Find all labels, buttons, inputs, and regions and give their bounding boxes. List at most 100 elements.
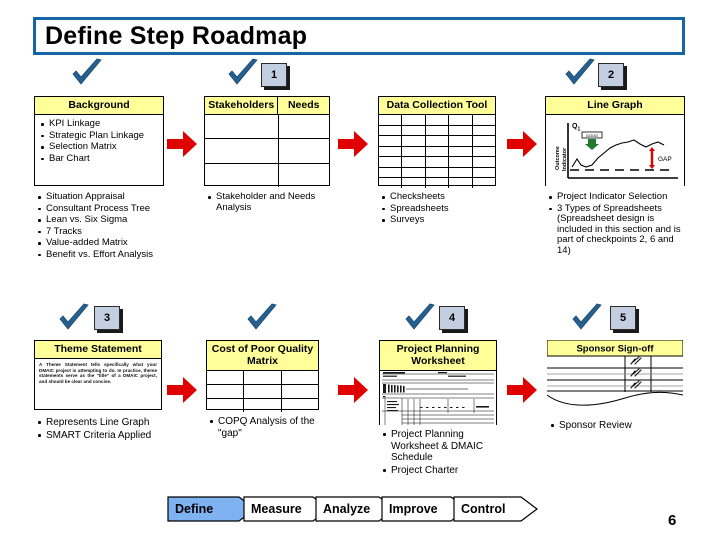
table-cell [244, 385, 282, 398]
table-cell [473, 168, 495, 178]
table-cell [426, 178, 450, 189]
dmaic-label-improve: Improve [389, 502, 438, 516]
table-row [379, 115, 495, 126]
project-planning-header: Project Planning Worksheet [380, 341, 496, 371]
list-item: SMART Criteria Applied [36, 430, 162, 442]
table-cell [449, 125, 473, 136]
list-item: Strategic Plan Linkage [39, 130, 160, 142]
flow-arrow-icon-1 [166, 129, 198, 159]
step-number-2: 2 [598, 63, 624, 87]
step-number-4: 4 [439, 306, 465, 330]
list-item: Lean vs. Six Sigma [36, 214, 164, 226]
table-cell [426, 157, 450, 167]
list-item: 3 Types of Spreadsheets (Spreadsheet des… [547, 203, 685, 257]
line-graph-header: Line Graph [546, 97, 684, 115]
table-cell [473, 126, 495, 136]
copq-header: Cost of Poor Quality Matrix [207, 341, 318, 371]
svg-text:GOOD: GOOD [586, 133, 598, 138]
theme-statement-card: Theme Statement A Theme Statement tells … [34, 340, 162, 410]
svg-text:Outcome: Outcome [555, 146, 561, 170]
table-cell [426, 136, 450, 146]
list-item: Benefit vs. Effort Analysis [36, 249, 164, 261]
list-item: Situation Appraisal [36, 191, 164, 203]
page-number: 6 [668, 512, 677, 529]
svg-text:1: 1 [578, 127, 581, 133]
table-row [207, 399, 318, 412]
table-row [379, 157, 495, 168]
list-item: 7 Tracks [36, 226, 164, 238]
table-cell [449, 136, 473, 146]
step-number-3: 3 [94, 306, 120, 330]
data-collection-header: Data Collection Tool [379, 97, 495, 115]
table-cell [473, 147, 495, 157]
table-cell [379, 146, 403, 157]
table-cell [426, 167, 450, 178]
table-row [379, 178, 495, 189]
sponsor-signoff-bullets: Sponsor Review [547, 420, 685, 432]
list-item: Checksheets [380, 191, 496, 203]
table-cell [282, 399, 318, 412]
checkmark-icon-3 [57, 303, 91, 333]
flow-arrow-icon-2 [337, 129, 369, 159]
flow-arrow-icon-4 [166, 375, 198, 405]
svg-text:GAP: GAP [658, 156, 672, 163]
page-title: Define Step Roadmap [45, 22, 308, 50]
checkmark-icon-2 [563, 58, 597, 88]
background-card-bullets: KPI Linkage Strategic Plan Linkage Selec… [39, 118, 160, 164]
table-row [379, 167, 495, 179]
list-item: Stakeholder and Needs Analysis [206, 191, 330, 213]
table-cell [279, 139, 329, 162]
checkmark-icon-4 [403, 303, 437, 333]
line-graph-card: Line Graph Q 1 GOOD Outcome Indicator GA… [545, 96, 685, 187]
data-collection-grid [379, 115, 495, 189]
table-cell [402, 157, 426, 167]
list-item: Consultant Process Tree [36, 203, 164, 215]
table-cell [244, 371, 282, 384]
table-cell [207, 399, 245, 412]
table-cell [402, 115, 426, 125]
list-item: COPQ Analysis of the "gap" [208, 416, 319, 439]
table-cell [205, 163, 279, 187]
dmaic-label-analyze: Analyze [323, 502, 371, 516]
table-cell [282, 385, 318, 398]
table-cell [473, 115, 495, 125]
flow-arrow-icon-3 [506, 129, 538, 159]
sponsor-signoff-visual: Sponsor Sign-off [546, 339, 685, 412]
step-card-sponsor-signoff: Sponsor Sign-off Sponsor Review [546, 339, 685, 433]
copq-grid [207, 371, 318, 412]
step-card-data-collection: Data Collection Tool Checksheets Spreads… [378, 96, 496, 227]
flow-arrow-icon-6 [506, 375, 538, 405]
step-number-1: 1 [261, 63, 287, 87]
table-cell [379, 125, 403, 136]
table-cell [426, 146, 450, 157]
list-item: Project Planning Worksheet & DMAIC Sched… [381, 429, 497, 464]
copq-bullets: COPQ Analysis of the "gap" [206, 416, 319, 439]
step-number-5: 5 [610, 306, 636, 330]
table-cell [279, 164, 329, 187]
list-item: Sponsor Review [549, 420, 685, 432]
table-row [207, 385, 318, 399]
table-cell [379, 136, 403, 146]
dmaic-label-define: Define [175, 502, 214, 516]
table-cell [473, 136, 495, 146]
table-cell [379, 115, 403, 125]
table-row [205, 115, 329, 140]
list-item: Selection Matrix [39, 141, 160, 153]
theme-statement-body: A Theme Statement tells specifically wha… [39, 362, 157, 384]
slide-canvas: Define Step Roadmap Background KPI Linka… [0, 0, 720, 540]
table-row [205, 139, 329, 164]
step-card-stakeholders: Stakeholders Needs Stakeholder and Needs… [204, 96, 330, 214]
svg-text:Indicator: Indicator [562, 147, 568, 171]
list-item: KPI Linkage [39, 118, 160, 130]
background-card: Background KPI Linkage Strategic Plan Li… [34, 96, 164, 186]
table-cell [205, 115, 279, 139]
checkmark-icon-5 [570, 303, 604, 333]
checkmark-icon-background [70, 58, 104, 88]
dmaic-phase-control[interactable]: Control [453, 496, 539, 522]
theme-statement-header: Theme Statement [35, 341, 161, 359]
table-cell [473, 178, 495, 188]
stakeholders-grid [205, 115, 329, 187]
data-collection-card: Data Collection Tool [378, 96, 496, 189]
needs-header: Needs [278, 97, 329, 115]
table-cell [379, 167, 403, 178]
